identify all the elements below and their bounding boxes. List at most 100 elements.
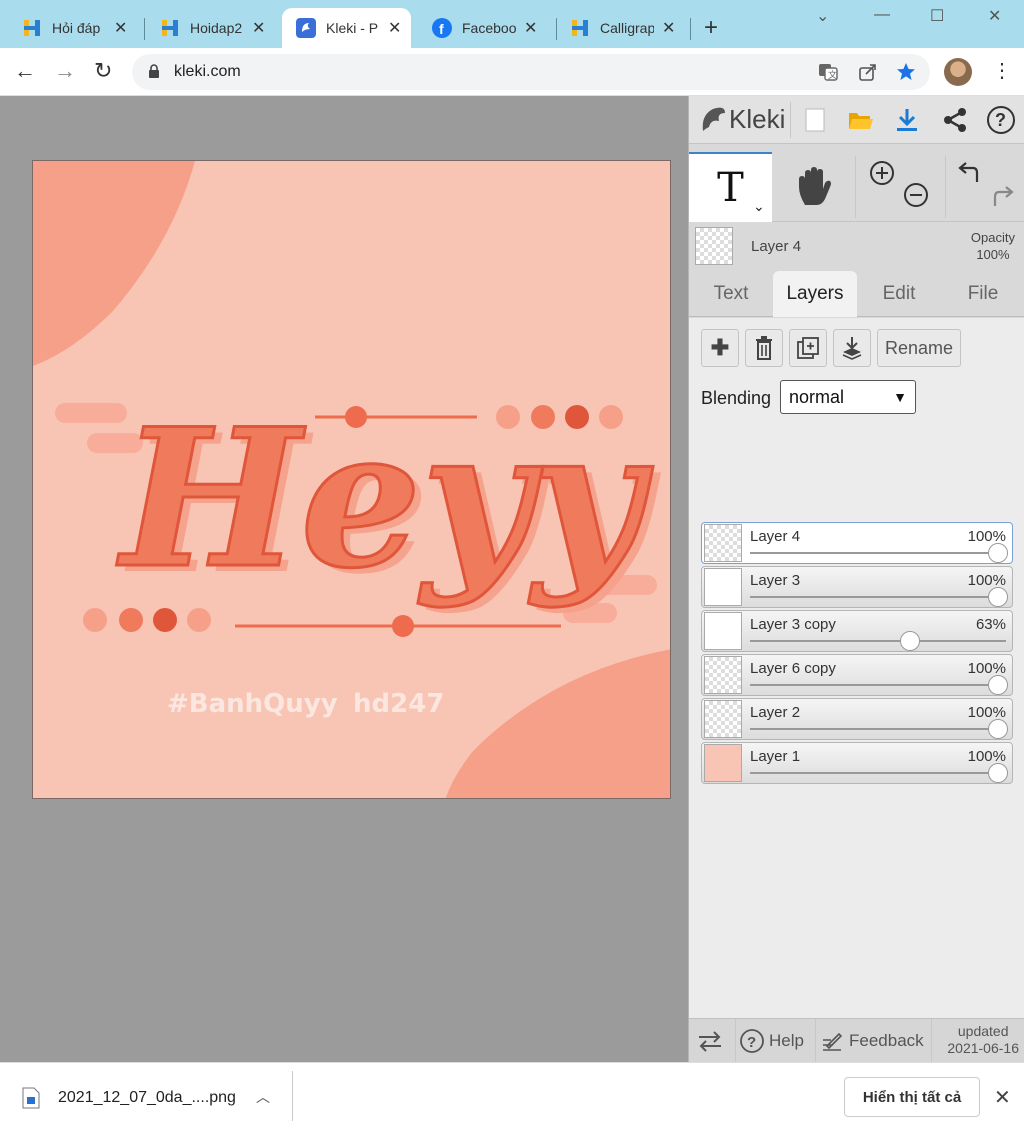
download-filename: 2021_12_07_0da_....png bbox=[58, 1089, 236, 1106]
layer-opacity-slider[interactable] bbox=[750, 684, 1006, 686]
address-bar: ← → ↻ kleki.com 文 ⋮ bbox=[0, 48, 1024, 96]
show-all-downloads-button[interactable]: Hiển thị tất cả bbox=[844, 1077, 980, 1117]
chevron-down-icon: ▼ bbox=[893, 389, 907, 405]
close-download-bar-icon[interactable]: ✕ bbox=[994, 1085, 1011, 1110]
layer-opacity-knob[interactable] bbox=[988, 543, 1008, 563]
share-icon[interactable] bbox=[939, 104, 971, 136]
tab-facebook[interactable]: f Faceboo ✕ bbox=[418, 8, 547, 48]
kleki-panel: Kleki ? T ⌄ Layer 4 Opacity 100% Text La… bbox=[688, 96, 1024, 1063]
tab-hoidap-1[interactable]: Hỏi đáp ✕ bbox=[8, 8, 137, 48]
maximize-icon[interactable]: ☐ bbox=[930, 6, 944, 26]
layer-opacity-knob[interactable] bbox=[988, 763, 1008, 783]
profile-avatar[interactable] bbox=[944, 58, 972, 86]
facebook-icon: f bbox=[432, 18, 452, 38]
duplicate-layer-button[interactable] bbox=[789, 329, 827, 367]
updated-date: 2021-06-16 bbox=[947, 1040, 1019, 1056]
artboard[interactable]: Heyy Heyy #BanhQuyy hd247 bbox=[32, 160, 671, 799]
close-tab-icon[interactable]: ✕ bbox=[252, 18, 265, 38]
feedback-button[interactable]: Feedback bbox=[821, 1019, 924, 1063]
close-tab-icon[interactable]: ✕ bbox=[114, 18, 127, 38]
new-image-icon[interactable] bbox=[799, 104, 831, 136]
chevron-up-icon[interactable]: ︿ bbox=[256, 1087, 270, 1107]
tab-hoidap-2[interactable]: Hoidap2 ✕ bbox=[146, 8, 275, 48]
undo-icon[interactable] bbox=[957, 160, 983, 189]
zoom-in-icon[interactable] bbox=[869, 160, 895, 189]
rename-layer-button[interactable]: Rename bbox=[877, 329, 961, 367]
layer-name: Layer 1 bbox=[750, 748, 801, 765]
tab-layers[interactable]: Layers bbox=[773, 271, 857, 317]
help-icon: ? bbox=[740, 1029, 764, 1053]
share-icon[interactable] bbox=[858, 62, 878, 85]
minimize-icon[interactable]: — bbox=[874, 6, 890, 24]
layer-opacity-knob[interactable] bbox=[988, 587, 1008, 607]
canvas-area[interactable]: Heyy Heyy #BanhQuyy hd247 bbox=[0, 96, 688, 1062]
tab-title: Hoidap2 bbox=[190, 20, 243, 36]
merge-down-icon bbox=[842, 337, 862, 360]
download-bar: 2021_12_07_0da_....png ︿ Hiển thị tất cả… bbox=[0, 1062, 1024, 1130]
back-icon[interactable]: ← bbox=[14, 58, 36, 84]
hand-tool-button[interactable] bbox=[775, 152, 855, 222]
tab-file[interactable]: File bbox=[945, 271, 1021, 317]
layer-opacity-knob[interactable] bbox=[899, 631, 920, 651]
layer-thumbnail bbox=[704, 612, 742, 650]
close-tab-icon[interactable]: ✕ bbox=[524, 18, 537, 38]
artwork-graphic: Heyy Heyy bbox=[33, 161, 670, 798]
opacity-label: Opacity bbox=[970, 230, 1015, 245]
omnibox[interactable]: kleki.com 文 bbox=[132, 54, 930, 90]
layer-row[interactable]: Layer 6 copy 100% bbox=[701, 654, 1013, 696]
close-window-icon[interactable]: ✕ bbox=[988, 6, 1001, 26]
merge-down-button[interactable] bbox=[833, 329, 871, 367]
help-circle-icon[interactable]: ? bbox=[985, 104, 1017, 136]
text-tool-button[interactable]: T ⌄ bbox=[689, 152, 772, 222]
tab-edit[interactable]: Edit bbox=[861, 271, 937, 317]
tab-title: Faceboo bbox=[462, 20, 516, 36]
tab-search-icon[interactable]: ⌄ bbox=[816, 6, 829, 26]
layer-row[interactable]: Layer 4 100% bbox=[701, 522, 1013, 564]
close-tab-icon[interactable]: ✕ bbox=[388, 18, 401, 38]
layer-row[interactable]: Layer 1 100% bbox=[701, 742, 1013, 784]
layer-opacity-knob[interactable] bbox=[988, 719, 1008, 739]
download-icon[interactable] bbox=[891, 104, 923, 136]
bookmark-star-icon[interactable] bbox=[896, 62, 916, 85]
delete-layer-button[interactable] bbox=[745, 329, 783, 367]
lock-icon bbox=[148, 64, 160, 82]
layer-opacity-slider[interactable] bbox=[750, 728, 1006, 730]
translate-icon[interactable]: 文 bbox=[818, 62, 838, 85]
layer-row[interactable]: Layer 2 100% bbox=[701, 698, 1013, 740]
layer-opacity-slider[interactable] bbox=[750, 552, 1006, 554]
layer-name: Layer 3 bbox=[750, 572, 801, 589]
hashtag-text: #BanhQuyy bbox=[167, 689, 338, 719]
open-folder-icon[interactable] bbox=[845, 104, 877, 136]
kleki-logo[interactable]: Kleki bbox=[699, 104, 785, 135]
layer-row[interactable]: Layer 3 100% bbox=[701, 566, 1013, 608]
close-tab-icon[interactable]: ✕ bbox=[662, 18, 675, 38]
chevron-down-icon[interactable]: ⌄ bbox=[753, 198, 765, 215]
layer-opacity-slider[interactable] bbox=[750, 772, 1006, 774]
redo-icon[interactable] bbox=[989, 184, 1015, 213]
layer-opacity-knob[interactable] bbox=[988, 675, 1008, 695]
layer-opacity-slider[interactable] bbox=[750, 596, 1006, 598]
svg-text:?: ? bbox=[747, 1034, 756, 1051]
tab-kleki[interactable]: Kleki - P ✕ bbox=[282, 8, 412, 48]
reload-icon[interactable]: ↻ bbox=[94, 58, 112, 84]
help-button[interactable]: ? Help bbox=[739, 1019, 804, 1063]
layer-name: Layer 2 bbox=[750, 704, 801, 721]
blending-select[interactable]: normal ▼ bbox=[780, 380, 916, 414]
forward-icon[interactable]: → bbox=[54, 58, 76, 84]
swap-sides-icon[interactable] bbox=[697, 1019, 733, 1063]
layer-opacity-slider[interactable] bbox=[750, 640, 1006, 642]
svg-text:f: f bbox=[439, 21, 444, 37]
current-layer-opacity[interactable]: Opacity 100% bbox=[971, 229, 1015, 263]
tab-calligraphy[interactable]: Calligrap ✕ bbox=[556, 8, 685, 48]
layer-thumbnail bbox=[704, 524, 742, 562]
panel-header: Kleki ? bbox=[689, 96, 1024, 144]
browser-menu-icon[interactable]: ⋮ bbox=[992, 58, 1012, 83]
zoom-out-icon[interactable] bbox=[903, 182, 929, 211]
layer-row[interactable]: Layer 3 copy 63% bbox=[701, 610, 1013, 652]
tab-text[interactable]: Text bbox=[693, 271, 769, 317]
tool-row: T ⌄ bbox=[689, 152, 1024, 222]
download-item[interactable]: 2021_12_07_0da_....png bbox=[22, 1087, 236, 1109]
add-layer-button[interactable]: ✚ bbox=[701, 329, 739, 367]
layer-name: Layer 4 bbox=[750, 528, 801, 545]
new-tab-button[interactable]: + bbox=[704, 14, 718, 42]
